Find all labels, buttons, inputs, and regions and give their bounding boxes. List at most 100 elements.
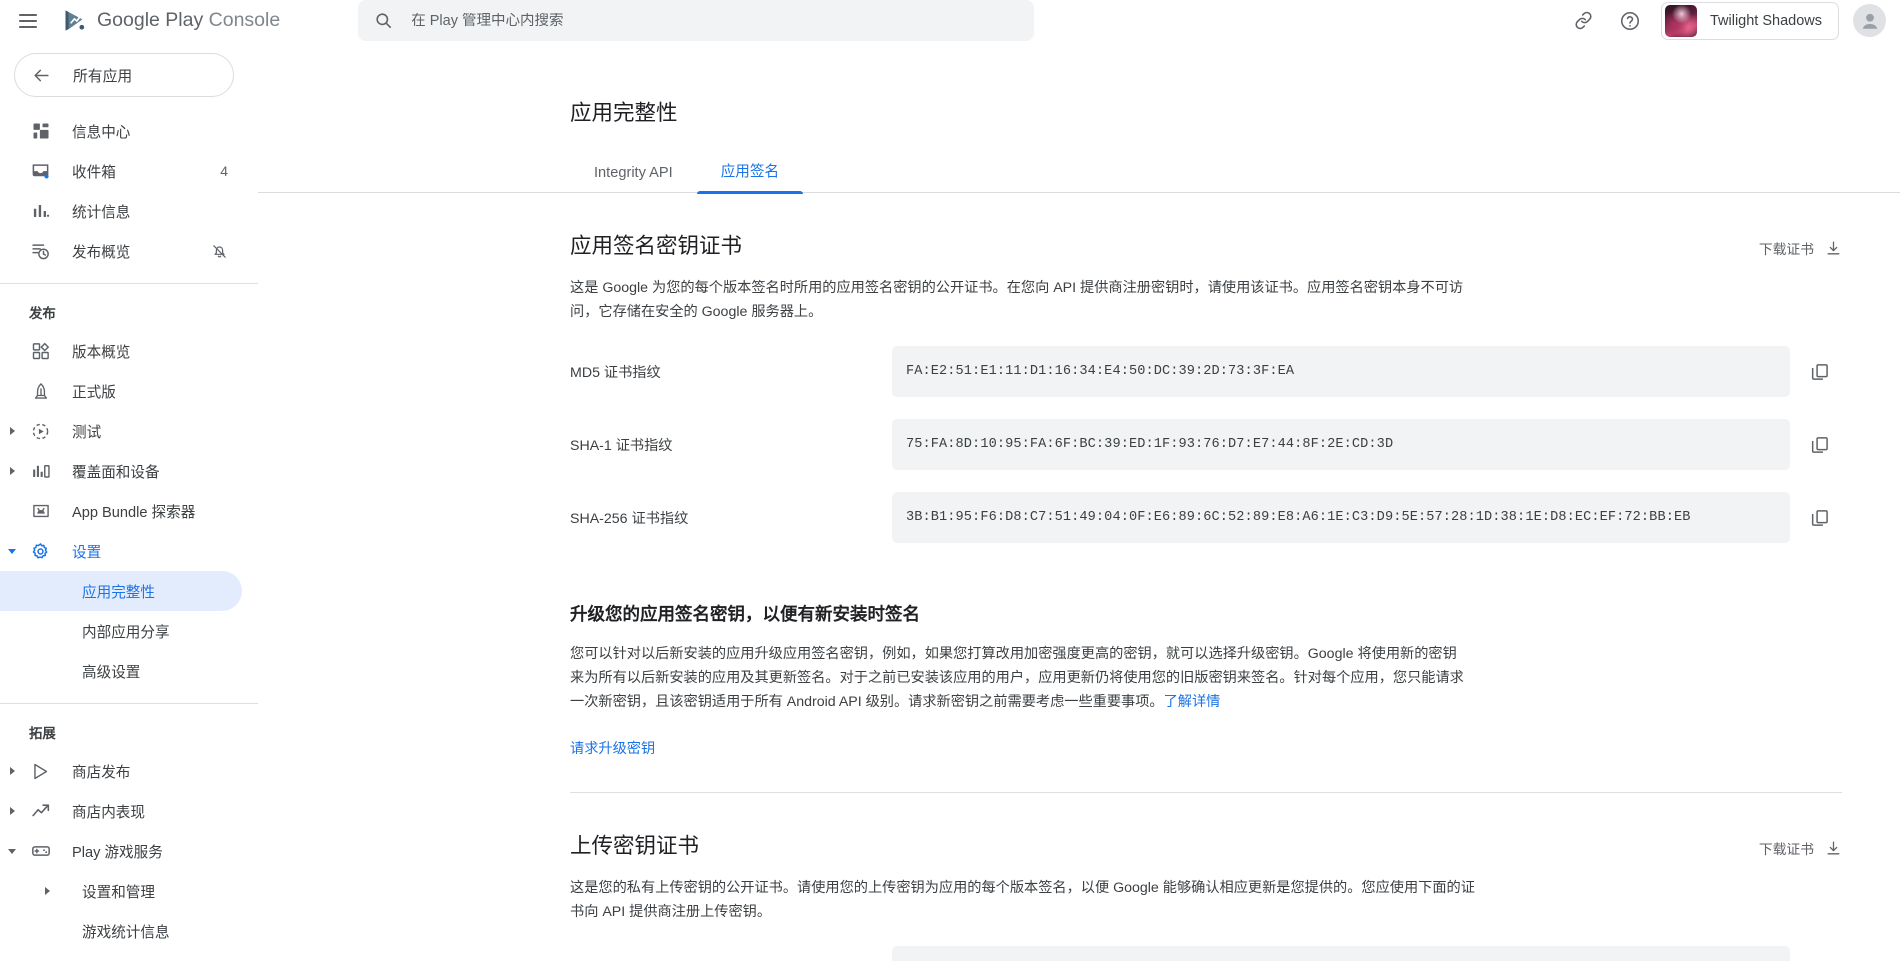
- sidebar-item-app-bundle-explorer[interactable]: App Bundle 探索器: [0, 491, 242, 531]
- brand-logo-link[interactable]: Google Play Console: [61, 7, 280, 34]
- download-certificate-label: 下载证书: [1758, 242, 1814, 257]
- current-app-chip[interactable]: Twilight Shadows: [1660, 1, 1839, 40]
- chevron-right-icon[interactable]: [5, 764, 19, 778]
- trending-up-icon: [29, 800, 52, 823]
- fingerprint-row: SHA-256 证书指纹 3B:B1:95:F6:D8:C7:51:49:04:…: [570, 492, 1842, 543]
- upgrade-key-description: 您可以针对以后新安装的应用升级应用签名密钥，例如，如果您打算改用加密强度更高的密…: [570, 642, 1470, 714]
- chevron-right-icon[interactable]: [5, 464, 19, 478]
- sidebar-item-store-presence[interactable]: 商店发布: [0, 751, 242, 791]
- gear-icon: [29, 540, 52, 563]
- sidebar-item-store-performance[interactable]: 商店内表现: [0, 791, 242, 831]
- sidebar-item-internal-app-sharing[interactable]: 内部应用分享: [0, 611, 242, 651]
- fingerprint-row: MD5 证书指纹 FA:E2:51:E1:11:D1:16:34:E4:50:D…: [570, 346, 1842, 397]
- play-store-icon: [29, 760, 52, 783]
- sidebar-item-label: 高级设置: [82, 664, 141, 681]
- google-play-console-logo-icon: [61, 7, 88, 34]
- upload-key-section: 上传密钥证书 下载证书 这是您的私有上传密钥的公开证书。请使用您的上传密钥为应用…: [258, 793, 1900, 961]
- download-certificate-label: 下载证书: [1758, 842, 1814, 857]
- brand-secondary: Console: [208, 9, 281, 31]
- tab-app-signing[interactable]: 应用签名: [696, 160, 804, 194]
- help-circle-icon[interactable]: [1607, 1, 1653, 41]
- sidebar-group-release: 版本概览 正式版 测试 覆盖面和设备 App Bundle 探索器 设置 应用完…: [0, 331, 258, 691]
- request-key-upgrade-link[interactable]: 请求升级密钥: [570, 738, 655, 758]
- sidebar-item-play-games-services[interactable]: Play 游戏服务: [0, 831, 242, 871]
- sidebar-item-label: 商店内表现: [72, 804, 145, 821]
- main-content: 应用完整性 Integrity API 应用签名 应用签名密钥证书 下载证书 这…: [258, 41, 1900, 961]
- sidebar-item-advanced-settings[interactable]: 高级设置: [0, 651, 242, 691]
- publishing-overview-icon: [29, 240, 52, 263]
- sidebar-item-label: 覆盖面和设备: [72, 464, 160, 481]
- play-console-app: Google Play Console 在 Play 管理中心内搜索 Twili…: [0, 0, 1900, 961]
- copy-icon[interactable]: [1798, 496, 1842, 540]
- chevron-right-icon[interactable]: [5, 804, 19, 818]
- sidebar-item-label: 统计信息: [72, 204, 131, 221]
- sidebar-item-production[interactable]: 正式版: [0, 371, 242, 411]
- fingerprint-label: SHA-256 证书指纹: [570, 510, 689, 527]
- inbox-icon: [29, 160, 52, 183]
- sidebar-item-reach-devices[interactable]: 覆盖面和设备: [0, 451, 242, 491]
- page-title: 应用完整性: [570, 101, 678, 125]
- download-certificate-button-upload[interactable]: 下载证书: [1759, 838, 1842, 858]
- hamburger-icon[interactable]: [8, 1, 48, 41]
- upgrade-key-title: 升级您的应用签名密钥，以便有新安装时签名: [570, 604, 920, 624]
- sidebar-item-inbox[interactable]: 收件箱 4: [0, 151, 242, 191]
- sidebar-section-release-title: 发布: [29, 306, 56, 321]
- chevron-down-icon[interactable]: [5, 544, 19, 558]
- chevron-right-icon[interactable]: [40, 884, 54, 898]
- sidebar-item-statistics[interactable]: 统计信息: [0, 191, 242, 231]
- account-avatar-icon[interactable]: [1853, 4, 1886, 37]
- notifications-off-icon: [211, 243, 228, 260]
- copy-icon[interactable]: [1798, 950, 1842, 961]
- download-icon: [1825, 840, 1842, 857]
- sidebar-section-grow-title: 拓展: [29, 726, 56, 741]
- download-certificate-button-signing[interactable]: 下载证书: [1759, 238, 1842, 258]
- sidebar-item-label: 设置和管理: [82, 884, 155, 901]
- fingerprint-field: FA:E2:51:E1:11:D1:16:34:E4:50:DC:39:2D:7…: [892, 346, 1790, 397]
- upload-key-section-title: 上传密钥证书: [570, 834, 700, 858]
- sidebar-item-release-overview[interactable]: 版本概览: [0, 331, 242, 371]
- bar-chart-icon: [29, 200, 52, 223]
- app-signing-description: 这是 Google 为您的每个版本签名时所用的应用签名密钥的公开证书。在您向 A…: [570, 280, 1464, 320]
- sidebar-item-settings[interactable]: 设置: [0, 531, 242, 571]
- sidebar-item-app-integrity[interactable]: 应用完整性: [0, 571, 242, 611]
- fingerprint-value: 3B:B1:95:F6:D8:C7:51:49:04:0F:E6:89:6C:5…: [906, 510, 1691, 525]
- learn-more-link[interactable]: 了解详情: [1164, 694, 1221, 710]
- sidebar-item-label: 设置: [72, 544, 102, 561]
- gamepad-icon: [29, 840, 52, 863]
- top-app-bar: Google Play Console 在 Play 管理中心内搜索 Twili…: [0, 0, 1900, 41]
- copy-icon[interactable]: [1798, 350, 1842, 394]
- inbox-badge-count: 4: [220, 163, 228, 179]
- upload-key-description: 这是您的私有上传密钥的公开证书。请使用您的上传密钥为应用的每个版本签名，以便 G…: [570, 880, 1475, 920]
- sidebar-item-setup-and-management[interactable]: 设置和管理: [0, 871, 242, 911]
- fingerprint-field: BB:D8:B5:2B:1D:E6:39:B3:E1:0F:FD:0C:E0:D…: [892, 946, 1790, 961]
- fingerprint-label: MD5 证书指纹: [570, 364, 661, 381]
- app-signing-header-row: 应用签名密钥证书 下载证书: [570, 193, 1842, 260]
- sidebar-item-game-statistics[interactable]: 游戏统计信息: [0, 911, 242, 951]
- sidebar-navigation: 所有应用 信息中心 收件箱 4 统计信息 发布概览 发布 版本概览 正式版 测试…: [0, 41, 258, 961]
- app-signing-section-title: 应用签名密钥证书: [570, 234, 743, 258]
- tab-integrity-api[interactable]: Integrity API: [570, 165, 697, 192]
- app-icon-thumbnail: [1664, 4, 1697, 37]
- content-scroll-area: 应用签名密钥证书 下载证书 这是 Google 为您的每个版本签名时所用的应用签…: [258, 193, 1900, 961]
- dashboard-icon: [29, 120, 52, 143]
- sidebar-item-label: App Bundle 探索器: [72, 504, 196, 521]
- sidebar-item-label: 商店发布: [72, 764, 131, 781]
- brand-title: Google Play Console: [97, 9, 280, 32]
- sidebar-item-dashboard[interactable]: 信息中心: [0, 111, 242, 151]
- fingerprint-row: MD5 证书指纹 BB:D8:B5:2B:1D:E6:39:B3:E1:0F:F…: [570, 946, 1842, 961]
- fingerprint-field: 75:FA:8D:10:95:FA:6F:BC:39:ED:1F:93:76:D…: [892, 419, 1790, 470]
- search-box[interactable]: [358, 0, 1035, 41]
- sidebar-item-publishing-overview[interactable]: 发布概览: [0, 231, 242, 271]
- chevron-right-icon[interactable]: [5, 424, 19, 438]
- search-icon: [374, 11, 393, 30]
- sidebar-item-label: 测试: [72, 424, 102, 441]
- fingerprint-value: FA:E2:51:E1:11:D1:16:34:E4:50:DC:39:2D:7…: [906, 364, 1295, 379]
- copy-icon[interactable]: [1798, 423, 1842, 467]
- chevron-down-icon[interactable]: [5, 844, 19, 858]
- link-icon[interactable]: [1561, 1, 1607, 41]
- search-input[interactable]: [411, 12, 1019, 29]
- fingerprint-row: SHA-1 证书指纹 75:FA:8D:10:95:FA:6F:BC:39:ED…: [570, 419, 1842, 470]
- sidebar-item-testing[interactable]: 测试: [0, 411, 242, 451]
- all-apps-button[interactable]: 所有应用: [14, 53, 234, 97]
- sidebar-item-label: 内部应用分享: [82, 624, 170, 641]
